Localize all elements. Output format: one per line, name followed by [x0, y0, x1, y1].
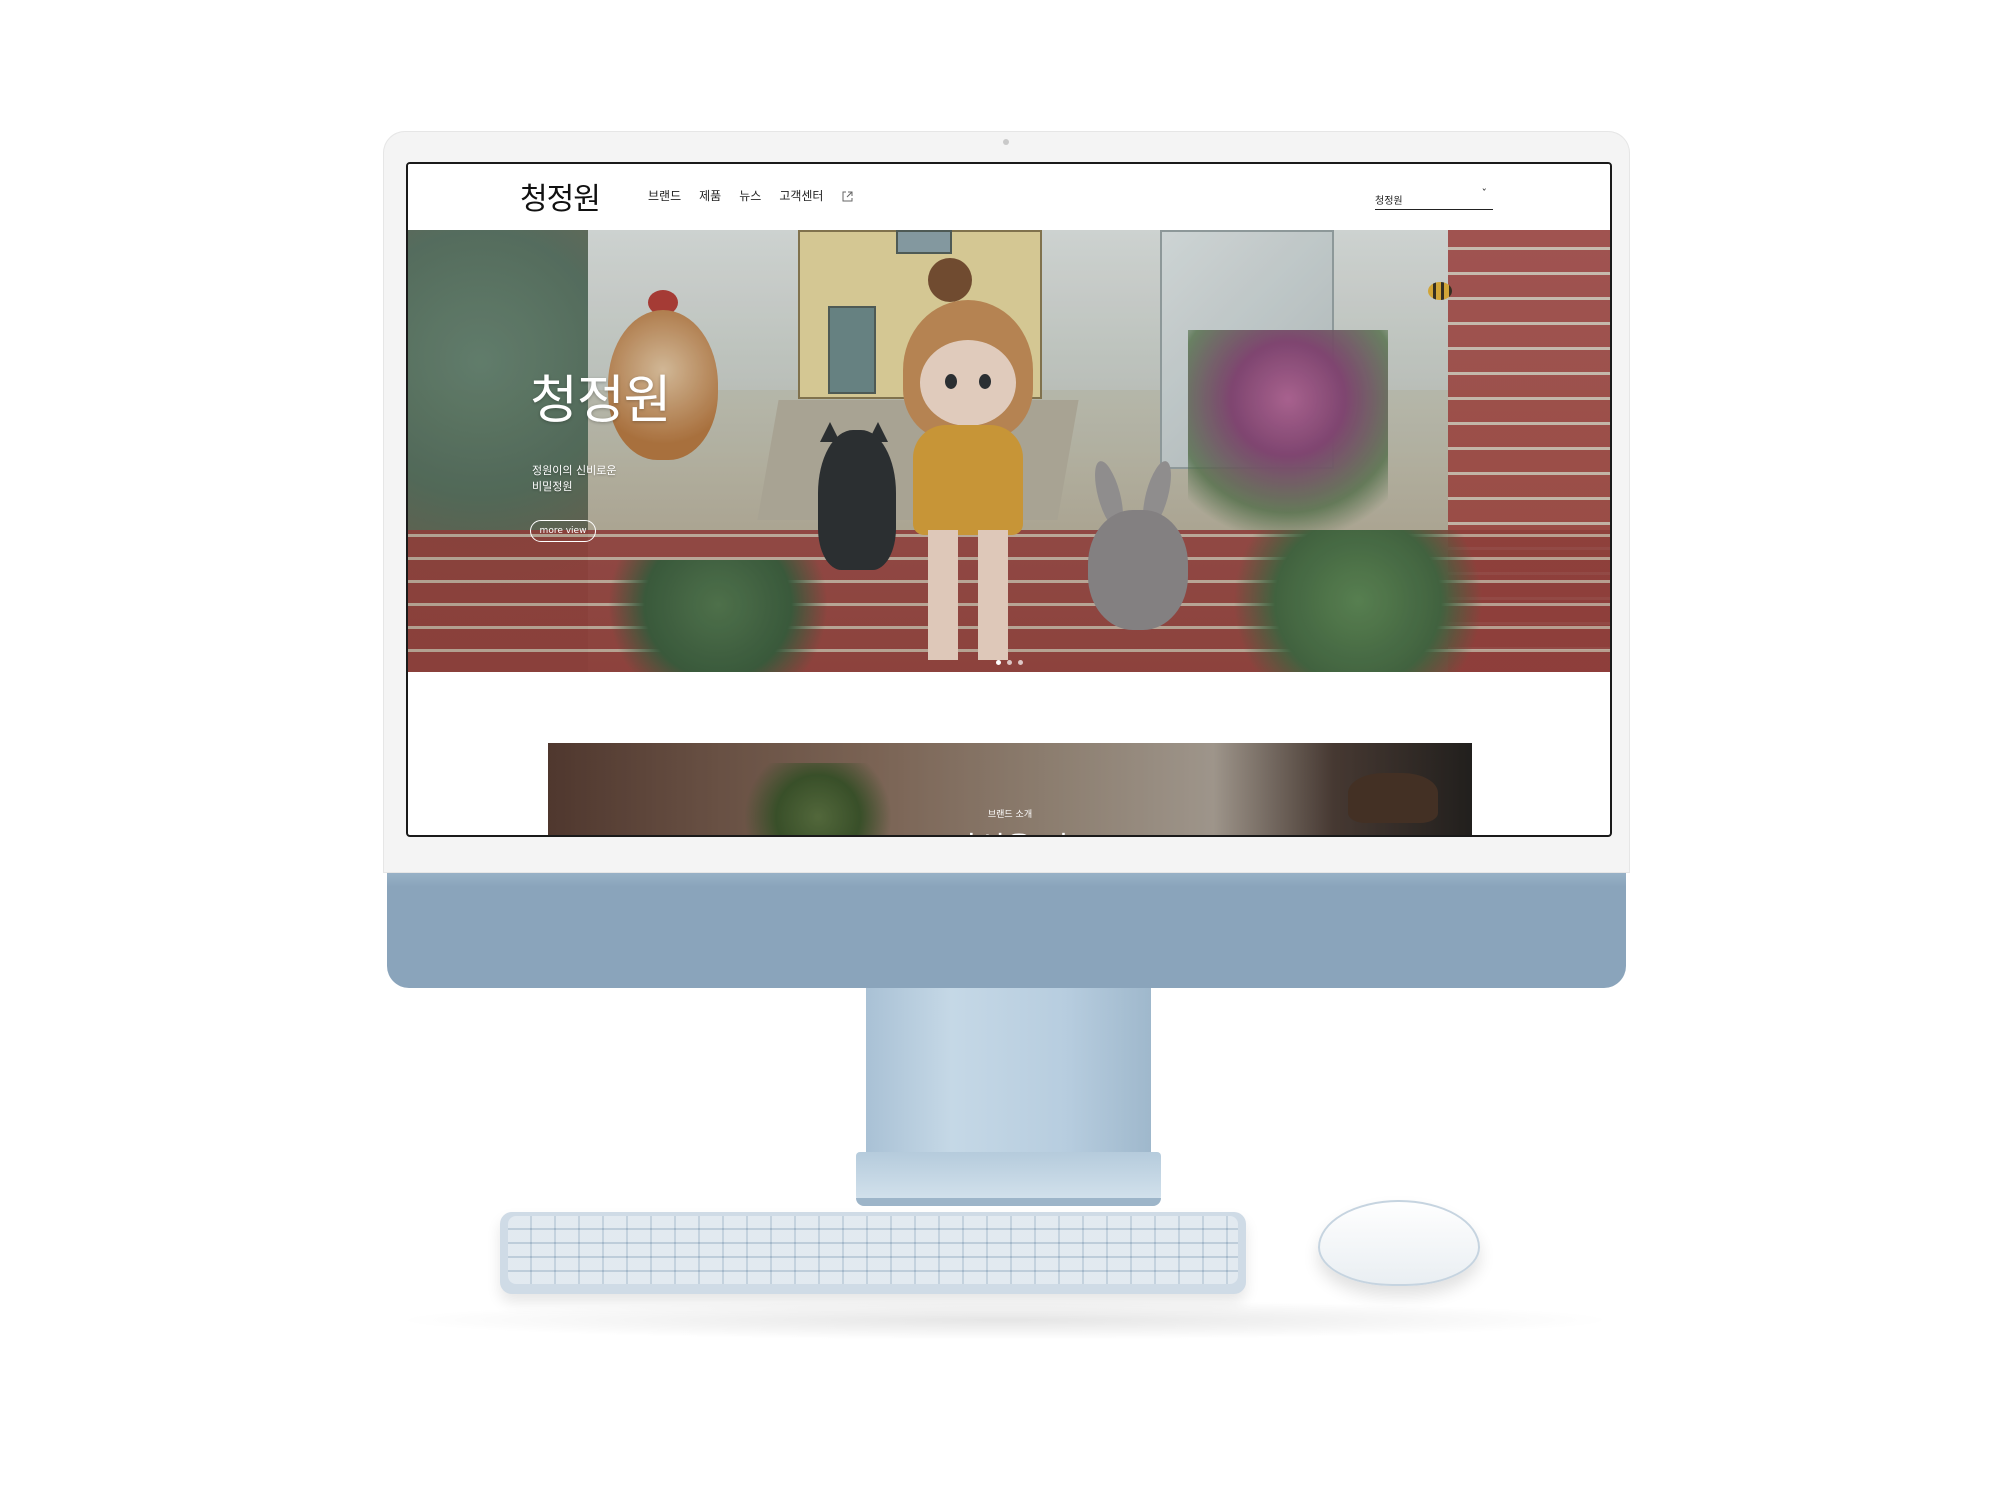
stand-neck [866, 988, 1151, 1156]
hero-subtitle: 정원이의 신비로운 비밀정원 [532, 463, 652, 495]
display-chin [387, 873, 1626, 988]
keyboard-keys [508, 1216, 1238, 1284]
slider-pagination [996, 660, 1023, 665]
hero-title: 청정원 [530, 371, 672, 431]
brand-intro-title: 당신을 마 [548, 823, 1472, 835]
stand-foot [856, 1152, 1161, 1206]
site-logo[interactable]: 청정원 [520, 174, 601, 218]
nav-item-brand[interactable]: 브랜드 [648, 187, 681, 204]
hero-banner: 청정원 정원이의 신비로운 비밀정원 more view [408, 230, 1610, 672]
brand-intro-section: 브랜드 소개 당신을 마 [548, 743, 1472, 835]
hero-subtitle-line1: 정원이의 신비로운 [532, 464, 617, 477]
main-nav: 브랜드 제품 뉴스 고객센터 [648, 187, 854, 204]
site-header: 청정원 브랜드 제품 뉴스 고객센터 청정원 ˇ [408, 164, 1610, 230]
floor-shadow [390, 1300, 1620, 1340]
hero-overlay [408, 230, 1610, 672]
nav-item-products[interactable]: 제품 [699, 187, 721, 204]
mouse [1318, 1200, 1480, 1286]
chevron-down-icon: ˇ [1481, 187, 1488, 200]
slider-dot-2[interactable] [1007, 660, 1012, 665]
nav-item-customer-center[interactable]: 고객센터 [779, 187, 823, 204]
slider-dot-1[interactable] [996, 660, 1001, 665]
screen: 청정원 브랜드 제품 뉴스 고객센터 청정원 ˇ 청정원 정원이의 신비로운 비… [406, 162, 1612, 837]
external-link-icon[interactable] [841, 190, 854, 203]
nav-item-news[interactable]: 뉴스 [739, 187, 761, 204]
keyboard [500, 1212, 1246, 1294]
more-view-button[interactable]: more view [530, 520, 596, 542]
slider-dot-3[interactable] [1018, 660, 1023, 665]
brand-select-value: 청정원 [1375, 196, 1403, 207]
brand-intro-label: 브랜드 소개 [987, 810, 1033, 820]
camera-dot [1003, 139, 1009, 145]
hero-subtitle-line2: 비밀정원 [532, 480, 573, 493]
brand-select-dropdown[interactable]: 청정원 ˇ [1375, 187, 1493, 210]
